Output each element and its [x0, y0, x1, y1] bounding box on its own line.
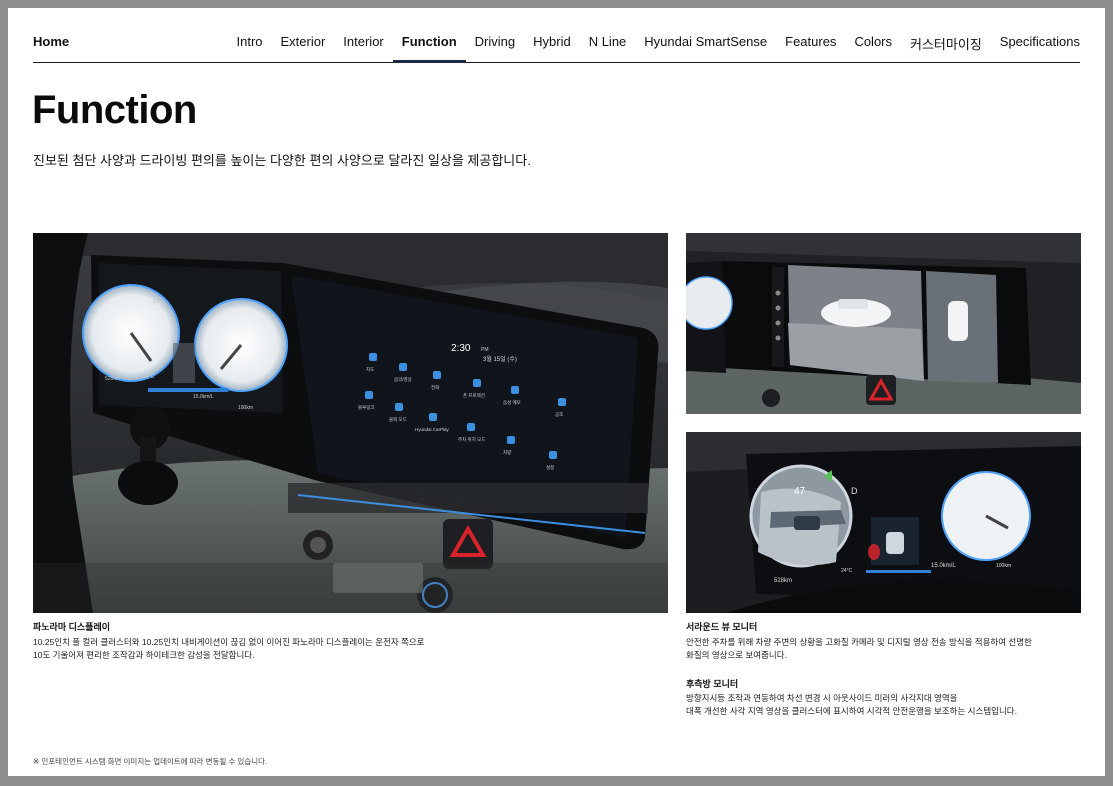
- app-label-9: Hyundai CarPlay: [415, 427, 450, 432]
- tab-features[interactable]: Features: [776, 8, 845, 62]
- surround-caption-line2: 화질의 영상으로 보여줍니다.: [686, 650, 787, 660]
- rear-caption-line1: 방향지시등 조작과 연동하여 차선 변경 시 아웃사이드 미러의 사각지대 영역…: [686, 693, 958, 703]
- app-label-7: 블루링크: [358, 404, 375, 411]
- gear-d-text: D: [851, 486, 858, 496]
- tab-hyundai-smartsense[interactable]: Hyundai SmartSense: [635, 8, 776, 62]
- app-label-11: 차량: [503, 449, 511, 456]
- app-icon-3[interactable]: [433, 371, 441, 379]
- tab-colors[interactable]: Colors: [845, 8, 901, 62]
- app-label-6: 공조: [555, 412, 563, 417]
- odo-right-text: 100km: [996, 563, 1011, 569]
- fuel-right-text: 15.0km/L: [931, 563, 956, 569]
- rear-caption-line2: 대폭 개선한 사각 지역 영상을 클러스터에 표시하여 시각적 안전운행을 보조…: [686, 706, 1017, 716]
- tab-interior[interactable]: Interior: [334, 8, 392, 62]
- app-label-2: 음악/영상: [394, 376, 412, 383]
- page-description: 진보된 첨단 사양과 드라이빙 편의를 높이는 다양한 편의 사양으로 달라진 …: [33, 153, 531, 168]
- rear-caption-title: 후측방 모니터: [686, 679, 739, 689]
- app-icon-2[interactable]: [399, 363, 407, 371]
- panorama-caption-line1: 10.25인치 풀 컬러 클러스터와 10.25인치 내비게이션이 끊김 없이 …: [33, 637, 425, 647]
- app-icon-11[interactable]: [507, 436, 515, 444]
- tab-driving[interactable]: Driving: [466, 8, 524, 62]
- app-label-10: 주차 위치 모드: [458, 436, 485, 443]
- panorama-caption-title: 파노라마 디스플레이: [33, 622, 111, 632]
- app-icon-10[interactable]: [467, 423, 475, 431]
- app-icon-4[interactable]: [473, 379, 481, 387]
- blind-view-monitor-image: 47 D 528km 24°C 15.0km/L 100km: [686, 432, 1081, 613]
- range-right-text: 528km: [774, 578, 792, 584]
- date-text: 3월 15일 (수): [483, 355, 517, 363]
- app-icon-1[interactable]: [369, 353, 377, 361]
- app-icon-6[interactable]: [558, 398, 566, 406]
- tab-n-line[interactable]: N Line: [580, 8, 636, 62]
- nav-tabs: Intro Exterior Interior Function Driving…: [227, 8, 1080, 63]
- footnote: ※ 인포테인먼트 시스템 화면 이미지는 업데이트에 따라 변동될 수 있습니다…: [33, 757, 268, 766]
- page: Home Intro Exterior Interior Function Dr…: [8, 8, 1105, 776]
- speed-small-text: 47: [794, 486, 806, 497]
- tab-customizing[interactable]: 커스터마이징: [901, 8, 991, 62]
- range-left-text: 528km: [105, 376, 120, 382]
- gear-p-text: P: [153, 298, 158, 307]
- panorama-display-image: P 528km 24°C 15.0km/L 100km 2:30 PM 3월 1…: [33, 233, 668, 613]
- clock-suffix-text: PM: [481, 347, 489, 353]
- temp-right-text: 24°C: [841, 568, 853, 574]
- app-icon-9[interactable]: [429, 413, 437, 421]
- app-label-3: 전화: [431, 384, 439, 391]
- nav-home-link[interactable]: Home: [33, 34, 69, 49]
- top-nav: Home Intro Exterior Interior Function Dr…: [33, 8, 1080, 63]
- surround-caption-title: 서라운드 뷰 모니터: [686, 622, 758, 632]
- tab-intro[interactable]: Intro: [227, 8, 271, 62]
- surround-view-image: [686, 233, 1081, 414]
- clock-text: 2:30: [451, 343, 471, 354]
- app-icon-8[interactable]: [395, 403, 403, 411]
- app-label-8: 블랙 모드: [389, 416, 407, 423]
- tab-specifications[interactable]: Specifications: [991, 8, 1080, 62]
- app-icon-5[interactable]: [511, 386, 519, 394]
- app-label-1: 지도: [366, 366, 374, 373]
- surround-caption-line1: 안전한 주차를 위해 차량 주변의 상황을 고화질 카메라 및 디지털 영상 전…: [686, 637, 1032, 647]
- odo-left-text: 100km: [238, 405, 253, 411]
- page-title: Function: [32, 88, 197, 132]
- fuel-left-text: 15.0km/L: [193, 394, 214, 400]
- tab-function[interactable]: Function: [392, 8, 466, 63]
- panorama-caption-line2: 10도 기울어져 편리한 조작감과 하이테크한 감성을 전달합니다.: [33, 650, 255, 660]
- app-label-5: 음성 메모: [503, 399, 521, 406]
- tab-exterior[interactable]: Exterior: [272, 8, 335, 62]
- temp-left-text: 24°C: [143, 374, 155, 380]
- tab-hybrid[interactable]: Hybrid: [524, 8, 580, 62]
- app-label-12: 설정: [546, 464, 554, 470]
- app-label-4: 폰 프로젝션: [463, 392, 485, 399]
- app-icon-12[interactable]: [549, 451, 557, 459]
- app-icon-7[interactable]: [365, 391, 373, 399]
